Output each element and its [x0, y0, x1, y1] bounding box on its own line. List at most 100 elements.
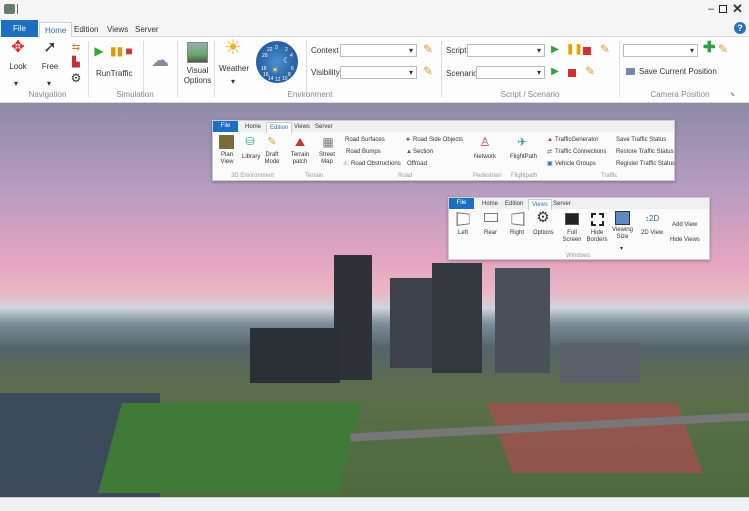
- preview-tab-server[interactable]: Server: [550, 199, 574, 209]
- scenario-stop-icon[interactable]: [568, 69, 576, 77]
- preview-tab-home[interactable]: Home: [479, 199, 501, 209]
- scenario-play-icon[interactable]: ▶: [550, 65, 560, 79]
- context-dropdown[interactable]: [340, 44, 417, 57]
- preview-tab-edition[interactable]: Edition: [502, 199, 526, 209]
- street-map-button[interactable]: Street Map: [319, 152, 335, 166]
- script-dropdown[interactable]: [467, 44, 545, 57]
- edit-visibility-pencil-icon[interactable]: ✎: [422, 64, 434, 78]
- group-divider: [619, 41, 620, 97]
- full-screen-button[interactable]: Full Screen: [562, 230, 582, 244]
- left-view-button[interactable]: Left: [458, 230, 468, 237]
- 2d-view-button[interactable]: 2D View: [641, 230, 663, 237]
- 3d-viewport[interactable]: File Home Edition Views Server Plan View…: [0, 103, 749, 497]
- traffic-light-stop-icon: ■: [125, 44, 133, 58]
- group-label-windows: Windows: [566, 253, 591, 259]
- script-play-icon[interactable]: ▶: [550, 43, 560, 57]
- dialog-launcher-icon[interactable]: ⬊: [730, 91, 735, 98]
- add-camera-plus-icon[interactable]: ✚: [703, 40, 716, 55]
- road-obstructions-button[interactable]: Road Obstructions: [351, 161, 401, 168]
- group-divider: [441, 41, 442, 97]
- save-traffic-status-button[interactable]: Save Traffic Status: [616, 137, 666, 144]
- road-side-objects-button[interactable]: Road Side Objects: [413, 137, 463, 144]
- soccer-field: [97, 403, 363, 493]
- ribbon: ✥ Look ▾ ➚ Free ▾ ⇆ ▙ ⚙ Navigation ▶ ▮▮ …: [0, 37, 749, 103]
- preview-tab-home[interactable]: Home: [242, 122, 264, 132]
- sun-small-icon: ☀: [271, 65, 280, 75]
- edit-context-pencil-icon[interactable]: ✎: [422, 42, 434, 56]
- network-button[interactable]: Network: [474, 154, 496, 161]
- edit-script-pencil-icon[interactable]: ✎: [599, 42, 611, 56]
- tab-views[interactable]: Views: [102, 22, 133, 37]
- tab-server[interactable]: Server: [130, 22, 164, 37]
- settings-gear-icon[interactable]: ⚙: [70, 71, 82, 85]
- vehicle-groups-button[interactable]: Vehicle Groups: [555, 161, 596, 168]
- visibility-dropdown[interactable]: [340, 66, 417, 79]
- register-traffic-status-button[interactable]: Register Traffic Status: [616, 161, 675, 168]
- edit-camera-pencil-icon[interactable]: ✎: [717, 42, 729, 56]
- vehicle-icon[interactable]: ▙: [70, 56, 82, 70]
- tab-edition[interactable]: Edition: [69, 22, 103, 37]
- viewing-size-dropdown-icon[interactable]: ▾: [620, 246, 623, 253]
- script-stop-icon[interactable]: [583, 47, 591, 55]
- maximize-icon[interactable]: [719, 5, 727, 13]
- group-label-pedestrian: Pedestrian: [473, 173, 502, 179]
- ribbon-tabs: File Home Edition Views Server ?: [0, 20, 749, 37]
- time-of-day-dial[interactable]: 0 22 2 20 4 18 6 16 8 14 12 10 ☾ ☀: [256, 41, 298, 83]
- traffic-connections-icon: ⇄: [547, 149, 553, 155]
- script-pause-icon[interactable]: ❚❚: [566, 43, 583, 57]
- library-icon: ⛁: [245, 136, 255, 148]
- add-view-button[interactable]: Add View: [672, 222, 697, 229]
- preview-tab-file[interactable]: File: [449, 198, 474, 209]
- visibility-label: Visibility: [311, 68, 340, 77]
- title-bar: – ✕: [0, 0, 749, 20]
- flightpath-button[interactable]: FlightPath: [510, 154, 537, 161]
- offroad-button[interactable]: Offroad: [407, 161, 427, 168]
- library-button[interactable]: Library: [242, 154, 260, 161]
- terrain-patch-button[interactable]: Terrain patch: [290, 152, 310, 166]
- close-icon[interactable]: ✕: [732, 1, 743, 17]
- group-label-road: Road: [398, 173, 413, 179]
- free-dropdown-icon[interactable]: ▾: [47, 79, 51, 88]
- tab-file[interactable]: File: [1, 20, 38, 37]
- group-label-navigation: Navigation: [28, 90, 67, 99]
- road-surfaces-button[interactable]: Road Surfaces: [345, 137, 385, 144]
- right-view-button[interactable]: Right: [510, 230, 524, 237]
- preview-tab-edition[interactable]: Edition: [266, 122, 293, 133]
- edit-scenario-pencil-icon[interactable]: ✎: [584, 64, 596, 78]
- section-button[interactable]: Section: [413, 149, 433, 156]
- options-button[interactable]: Options: [533, 230, 554, 237]
- traffic-connections-button[interactable]: Traffic Connections: [555, 149, 606, 156]
- camera-swap-icon[interactable]: ⇆: [70, 41, 82, 55]
- weather-dropdown-icon[interactable]: ▾: [231, 77, 235, 86]
- hide-views-button[interactable]: Hide Views: [670, 237, 700, 244]
- look-dropdown-icon[interactable]: ▾: [14, 79, 18, 88]
- building: [390, 278, 435, 368]
- full-screen-icon: [565, 213, 579, 225]
- preview-tab-server[interactable]: Server: [312, 122, 336, 132]
- rear-view-button[interactable]: Rear: [484, 230, 497, 237]
- plan-view-button[interactable]: Plan View: [216, 152, 238, 166]
- camera-position-dropdown[interactable]: [623, 44, 698, 57]
- hide-borders-button[interactable]: Hide Borders: [586, 230, 608, 244]
- road-bumps-button[interactable]: Road Bumps: [346, 149, 381, 156]
- draft-mode-button[interactable]: Draft Mode: [264, 152, 280, 166]
- traffic-generator-button[interactable]: TrafficGenerator: [555, 137, 598, 144]
- minimize-icon[interactable]: –: [708, 3, 714, 15]
- clock-number: 8: [288, 72, 291, 78]
- preview-tab-views[interactable]: Views: [291, 122, 313, 132]
- rain-cloud-icon[interactable]: ☁: [148, 51, 172, 69]
- moon-icon: ☾: [283, 56, 291, 65]
- viewing-size-button[interactable]: Viewing Size: [610, 227, 635, 241]
- restore-traffic-status-button[interactable]: Restore Traffic Status: [616, 149, 674, 156]
- plan-view-icon: [219, 135, 234, 149]
- preview-tab-file[interactable]: File: [213, 121, 238, 132]
- help-icon[interactable]: ?: [734, 22, 746, 34]
- edition-ribbon-preview: File Home Edition Views Server Plan View…: [212, 120, 675, 181]
- tab-home[interactable]: Home: [39, 22, 73, 37]
- group-label-terrain: Terrain: [305, 173, 324, 179]
- context-label: Context: [311, 46, 339, 55]
- clock-number: 12: [275, 77, 281, 83]
- group-divider: [177, 41, 178, 97]
- preview-tabs: File Home Edition Views Server: [449, 198, 709, 210]
- scenario-dropdown[interactable]: [476, 66, 545, 79]
